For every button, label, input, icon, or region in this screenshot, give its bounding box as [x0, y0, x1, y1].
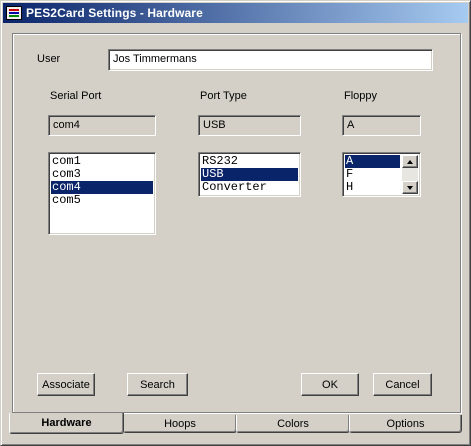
- user-label: User: [37, 53, 61, 65]
- port-type-option[interactable]: Converter: [201, 181, 298, 194]
- floppy-option-selected[interactable]: A: [345, 155, 400, 168]
- associate-button-label: Associate: [42, 378, 90, 391]
- tab-options[interactable]: Options: [349, 415, 462, 433]
- serial-port-current-value: com4: [53, 119, 80, 131]
- port-type-list[interactable]: RS232 USB Converter: [198, 152, 301, 197]
- ok-button[interactable]: OK: [301, 373, 359, 396]
- tab-hardware-label: Hardware: [41, 417, 92, 429]
- tab-hardware[interactable]: Hardware: [9, 413, 124, 434]
- title-bar[interactable]: PES2Card Settings - Hardware: [3, 3, 468, 23]
- tab-colors[interactable]: Colors: [236, 415, 350, 433]
- floppy-current: A: [342, 115, 421, 136]
- ok-button-label: OK: [322, 378, 338, 391]
- search-button-label: Search: [140, 378, 175, 391]
- floppy-list[interactable]: A F H: [342, 152, 421, 197]
- port-type-current: USB: [198, 115, 301, 136]
- scroll-down-button[interactable]: [402, 181, 418, 194]
- arrow-down-icon: [407, 185, 413, 190]
- user-name-field[interactable]: Jos Timmermans: [108, 49, 433, 71]
- arrow-up-icon: [407, 159, 413, 164]
- cancel-button-label: Cancel: [385, 378, 420, 391]
- tab-colors-label: Colors: [277, 417, 309, 430]
- tab-hoops-label: Hoops: [164, 417, 196, 430]
- serial-port-label: Serial Port: [50, 90, 102, 102]
- tab-options-label: Options: [386, 417, 425, 430]
- floppy-label: Floppy: [344, 90, 378, 102]
- user-name-value: Jos Timmermans: [113, 53, 197, 65]
- settings-window: PES2Card Settings - Hardware User Jos Ti…: [0, 0, 471, 446]
- floppy-current-value: A: [347, 119, 355, 131]
- tab-hoops[interactable]: Hoops: [123, 415, 237, 433]
- floppy-option[interactable]: H: [345, 181, 400, 194]
- search-button[interactable]: Search: [127, 373, 188, 396]
- scroll-up-button[interactable]: [402, 155, 418, 168]
- port-type-current-value: USB: [203, 119, 226, 131]
- associate-button[interactable]: Associate: [37, 373, 95, 396]
- floppy-option[interactable]: F: [345, 168, 400, 181]
- port-type-label: Port Type: [200, 90, 247, 102]
- serial-port-option[interactable]: com5: [51, 194, 153, 207]
- floppy-scrollbar[interactable]: [402, 155, 418, 194]
- cancel-button[interactable]: Cancel: [373, 373, 432, 396]
- serial-port-current: com4: [48, 115, 156, 136]
- window-title: PES2Card Settings - Hardware: [26, 6, 203, 20]
- app-icon[interactable]: [6, 6, 22, 20]
- serial-port-list[interactable]: com1 com3 com4 com5: [48, 152, 156, 235]
